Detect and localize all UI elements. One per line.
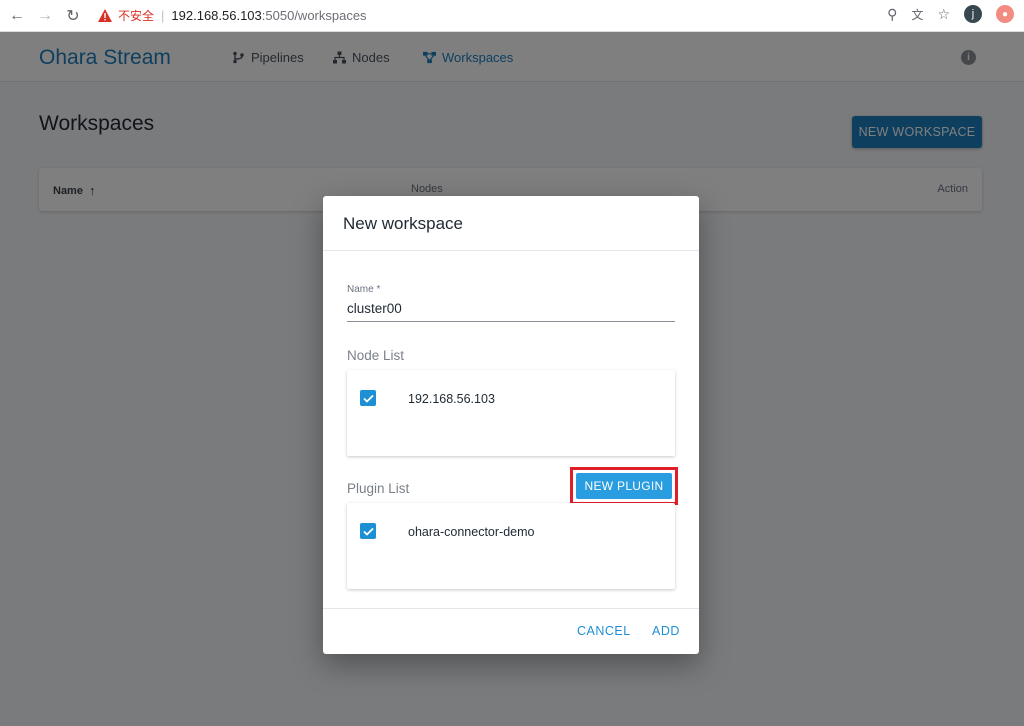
translate-icon[interactable]: 文 [911, 6, 923, 23]
address-separator: | [161, 8, 165, 23]
key-icon[interactable]: ⚲ [887, 6, 897, 23]
plugin-list-label: Plugin List [347, 481, 410, 496]
checkmark-icon [362, 527, 374, 536]
bookmark-star-icon[interactable]: ☆ [937, 6, 950, 23]
name-field-label: Name * [347, 284, 381, 295]
new-plugin-button[interactable]: NEW PLUGIN [576, 473, 672, 499]
checkmark-icon [362, 394, 374, 403]
node-list-label: Node List [347, 348, 405, 363]
plugin-list: ohara-connector-demo [347, 503, 675, 589]
new-workspace-dialog: New workspace Name * cluster00 Node List… [323, 196, 699, 654]
warning-icon [98, 9, 112, 22]
extension-icon[interactable]: ● [996, 5, 1014, 23]
url-path: :5050/workspaces [261, 8, 367, 23]
cancel-button[interactable]: CANCEL [577, 624, 631, 638]
address-bar[interactable]: 不安全 | 192.168.56.103:5050/workspaces [98, 7, 367, 24]
node-item-label: 192.168.56.103 [408, 392, 495, 406]
profile-avatar[interactable]: j [964, 5, 982, 23]
name-input[interactable]: cluster00 [347, 299, 675, 322]
dialog-footer-divider [323, 608, 699, 609]
highlight-box: NEW PLUGIN [570, 467, 678, 505]
plugin-item-label: ohara-connector-demo [408, 525, 535, 539]
back-icon[interactable]: ← [6, 5, 28, 27]
url-host: 192.168.56.103 [171, 8, 262, 23]
add-button[interactable]: ADD [652, 624, 680, 638]
dialog-title: New workspace [343, 214, 463, 233]
node-list: 192.168.56.103 [347, 370, 675, 456]
browser-toolbar: ← → ↻ 不安全 | 192.168.56.103:5050/workspac… [0, 0, 1024, 32]
dialog-header-divider [323, 250, 699, 251]
insecure-label: 不安全 [118, 9, 155, 23]
reload-icon[interactable]: ↻ [62, 5, 84, 27]
node-checkbox[interactable] [360, 390, 376, 406]
forward-icon[interactable]: → [34, 5, 56, 27]
plugin-checkbox[interactable] [360, 523, 376, 539]
